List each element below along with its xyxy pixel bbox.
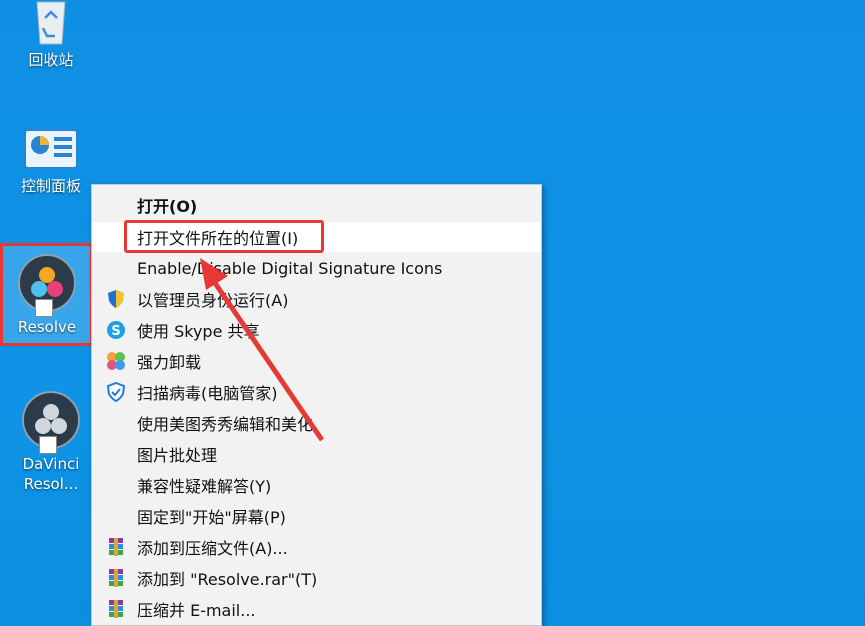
- annotation-arrow: [200, 258, 325, 442]
